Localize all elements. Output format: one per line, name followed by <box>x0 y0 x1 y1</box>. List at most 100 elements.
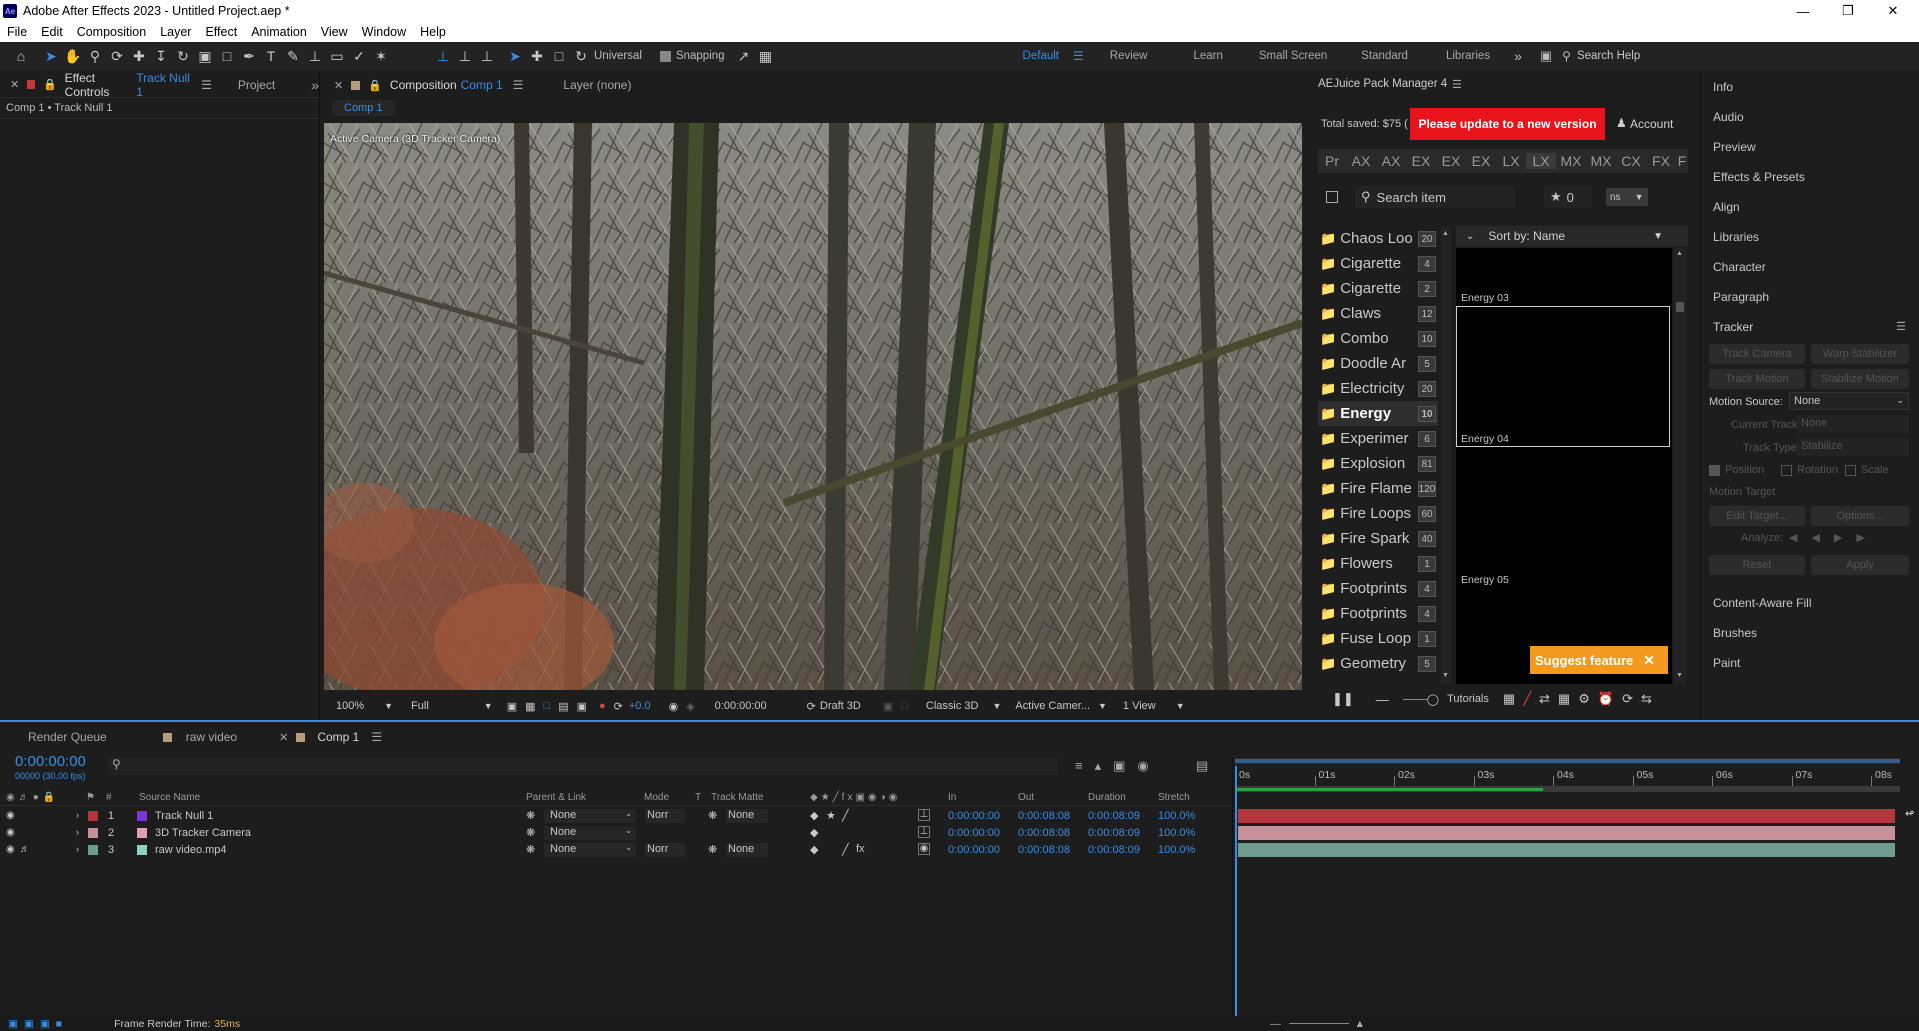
renderer-dropdown[interactable]: Classic 3D <box>926 700 979 712</box>
folder-item[interactable]: 📁 Fire Loops 60 <box>1318 501 1438 526</box>
search-input[interactable]: ⚲ Search item <box>1355 186 1515 208</box>
menu-edit[interactable]: Edit <box>34 25 70 39</box>
folder-item[interactable]: 📁 Experimer 6 <box>1318 426 1438 451</box>
viewer-time[interactable]: 0:00:00:00 <box>715 700 767 712</box>
pack-tab[interactable]: EX <box>1466 153 1496 169</box>
shy-switch-icon[interactable]: ◆ <box>810 826 818 839</box>
panel-character[interactable]: Character <box>1701 252 1919 282</box>
draft-3d-toggle[interactable]: Draft 3D <box>820 700 861 712</box>
stabilize-motion-button[interactable]: Stabilize Motion <box>1811 369 1909 389</box>
shy-switch-icon[interactable]: ◆ <box>810 809 818 822</box>
pack-tab[interactable]: Pr <box>1318 153 1346 169</box>
track-matte-dropdown[interactable]: None <box>726 843 768 857</box>
layer-tab[interactable]: Layer (none) <box>563 78 631 92</box>
stretch[interactable]: 100.0% <box>1158 810 1195 822</box>
layer-row[interactable]: ◉ › 1 Track Null 1 ❋ None ⌄ Norr ❋ None ◆ ★ ╱ ⊥ 0:00:0… <box>0 808 1232 825</box>
label-color-swatch[interactable] <box>88 828 98 838</box>
layer-row[interactable]: ◉ ♬ › 3 raw video.mp4 ❋ None ⌄ Norr ❋ None ◆ ╱ fx ◉ 0:0… <box>0 842 1232 859</box>
settings-icon[interactable]: ⚙ <box>1578 691 1590 707</box>
layer-name[interactable]: raw video.mp4 <box>155 844 227 856</box>
warp-stabilizer-button[interactable]: Warp Stabilizer <box>1811 344 1909 364</box>
menu-file[interactable]: File <box>0 25 34 39</box>
hand-tool-icon[interactable]: ✋ <box>62 45 84 67</box>
menu-effect[interactable]: Effect <box>198 25 244 39</box>
scale-checkbox[interactable] <box>1845 465 1856 476</box>
col-source-name[interactable]: Source Name <box>139 792 200 803</box>
out-point[interactable]: 0:00:08:08 <box>1018 827 1070 839</box>
zoom-out-icon[interactable]: — <box>1270 1018 1281 1030</box>
rotate-3d-icon[interactable]: ↻ <box>570 45 592 67</box>
3d-layer-icon[interactable]: ◉ <box>918 843 930 855</box>
zoom-dropdown[interactable]: 100% <box>336 700 364 712</box>
pickwhip-icon[interactable]: ❋ <box>526 843 535 856</box>
pickwhip-icon[interactable]: ❋ <box>526 809 535 822</box>
expand-panels-icon[interactable]: » <box>311 77 319 93</box>
panel-menu-icon[interactable]: ☰ <box>1896 320 1906 333</box>
select-3d-icon[interactable]: ➤ <box>504 45 526 67</box>
pack-tab[interactable]: LX <box>1496 153 1526 169</box>
scale-3d-icon[interactable]: □ <box>548 45 570 67</box>
pack-tab[interactable]: EX <box>1406 153 1436 169</box>
pen-tool-icon[interactable]: ✒ <box>238 45 260 67</box>
stretch[interactable]: 100.0% <box>1158 844 1195 856</box>
folder-item[interactable]: 📁 Fuse Loop 1 <box>1318 626 1438 651</box>
dolly-tool-icon[interactable]: ↧ <box>150 45 172 67</box>
exposure-value[interactable]: +0.0 <box>629 700 651 712</box>
panel-menu-icon[interactable]: ☰ <box>371 730 382 744</box>
close-tab-icon[interactable]: ✕ <box>10 78 19 91</box>
workspace-learn[interactable]: Learn <box>1179 50 1236 62</box>
ns-dropdown[interactable]: ns ▼ <box>1606 188 1648 206</box>
folder-item[interactable]: 📁 Doodle Ar 5 <box>1318 351 1438 376</box>
composition-tab-comp[interactable]: Comp 1 <box>461 78 503 92</box>
panel-preview[interactable]: Preview <box>1701 132 1919 162</box>
panel-audio[interactable]: Audio <box>1701 102 1919 132</box>
layer-duration-bar[interactable] <box>1238 826 1895 840</box>
menu-view[interactable]: View <box>314 25 355 39</box>
no-color-icon[interactable]: ╱ <box>1523 691 1531 707</box>
3d-layer-icon[interactable]: ⊥ <box>918 809 930 821</box>
panel-menu-icon[interactable]: ☰ <box>513 78 524 92</box>
close-tab-icon[interactable]: ✕ <box>279 731 288 744</box>
scroll-up-icon[interactable]: ▲ <box>1442 230 1449 237</box>
folder-item[interactable]: 📁 Energy 10 <box>1318 401 1438 426</box>
3d-layer-icon[interactable]: ⊥ <box>918 826 930 838</box>
parent-dropdown[interactable]: None ⌄ <box>544 826 636 840</box>
work-area-range[interactable] <box>1235 759 1900 763</box>
preview-item-selected[interactable] <box>1456 306 1670 447</box>
in-point[interactable]: 0:00:00:00 <box>948 810 1000 822</box>
grid-icon[interactable]: ▤ <box>558 700 568 713</box>
comp-viewer[interactable]: Active Camera (3D Tracker Camera) <box>324 123 1302 690</box>
3d-ground-icon[interactable]: ▣ <box>577 700 587 713</box>
pan-tool-icon[interactable]: ✚ <box>128 45 150 67</box>
playhead[interactable] <box>1235 766 1237 1018</box>
current-timecode[interactable]: 0:00:00:00 <box>15 753 86 770</box>
menu-composition[interactable]: Composition <box>70 25 153 39</box>
zoom-tool-icon[interactable]: ⚲ <box>84 45 106 67</box>
resolution-dropdown[interactable]: Full <box>411 700 429 712</box>
menu-help[interactable]: Help <box>413 25 453 39</box>
search-help-input[interactable]: Search Help <box>1577 50 1640 62</box>
pickwhip-icon[interactable]: ❋ <box>526 826 535 839</box>
folder-item[interactable]: 📁 Claws 12 <box>1318 301 1438 326</box>
rectangle-tool-icon[interactable]: □ <box>216 45 238 67</box>
extended-viewer-icon[interactable]: ▣ <box>883 700 893 713</box>
snap-grid-icon[interactable]: ▦ <box>755 45 777 67</box>
workspace-libraries[interactable]: Libraries <box>1432 50 1504 62</box>
close-icon[interactable]: ✕ <box>1643 652 1655 669</box>
folder-item[interactable]: 📁 Combo 10 <box>1318 326 1438 351</box>
duration[interactable]: 0:00:08:09 <box>1088 827 1140 839</box>
panel-paragraph[interactable]: Paragraph <box>1701 282 1919 312</box>
snap-edges-icon[interactable]: ↗ <box>733 45 755 67</box>
type-tool-icon[interactable]: T <box>260 45 282 67</box>
pack-tab[interactable]: EX <box>1436 153 1466 169</box>
menu-layer[interactable]: Layer <box>153 25 198 39</box>
track-motion-button[interactable]: Track Motion <box>1709 369 1805 389</box>
layout-icon[interactable]: ▦ <box>1558 691 1570 707</box>
reset-button[interactable]: Reset <box>1709 555 1805 575</box>
track-type-dropdown[interactable]: Stabilize <box>1797 438 1909 456</box>
slider-handle-icon[interactable]: ◯ <box>1427 693 1439 706</box>
selection-tool-icon[interactable]: ➤ <box>40 45 62 67</box>
effect-controls-layer-name[interactable]: Track Null 1 <box>136 71 191 99</box>
matte-pickwhip-icon[interactable]: ❋ <box>708 809 717 822</box>
matte-pickwhip-icon[interactable]: ❋ <box>708 843 717 856</box>
